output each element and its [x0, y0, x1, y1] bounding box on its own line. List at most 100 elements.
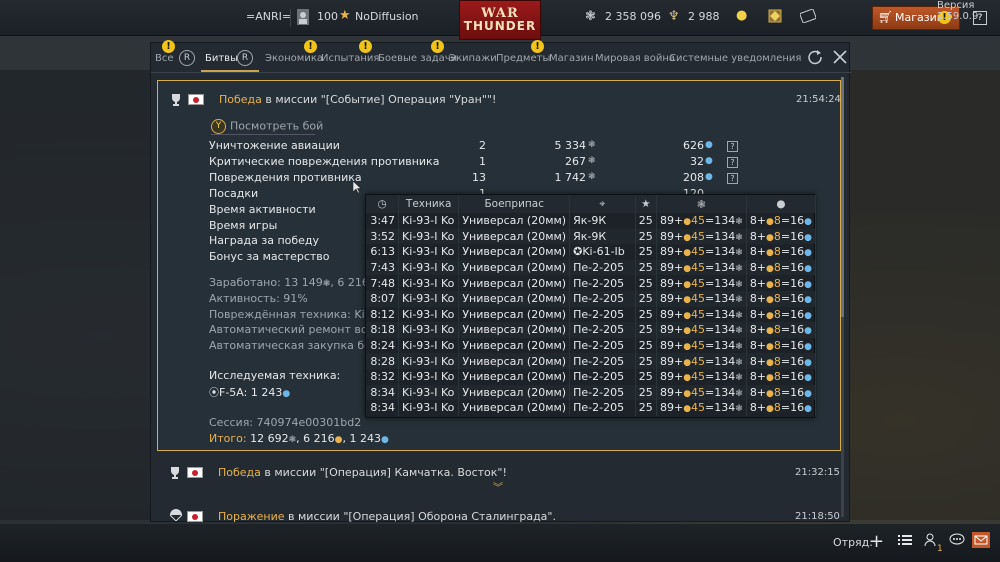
tab-crews[interactable]: Экипажи [449, 53, 497, 64]
tab-store[interactable]: Магазин [549, 53, 594, 64]
row-rank: 25 [635, 337, 657, 354]
expand-chevron-icon[interactable]: ︾ [493, 479, 503, 494]
target-column-header: ⌖ [569, 195, 636, 213]
row-target: Як-9К [569, 228, 636, 245]
silver-lions-icon: ❃ [288, 435, 297, 445]
research-points-icon: ● [705, 156, 713, 166]
message-result: Поражение [218, 510, 285, 523]
scrollbar-thumb[interactable] [841, 77, 844, 317]
premium-icon[interactable] [768, 9, 782, 26]
tab-battles[interactable]: Битвы [205, 53, 238, 64]
row-sl-total: =134 [705, 401, 736, 415]
tab-all[interactable]: Все [155, 53, 174, 64]
list-icon[interactable] [898, 534, 912, 549]
row-rp: 8+●8=16● [746, 353, 817, 369]
prev-tab-bumper-icon[interactable]: R [179, 50, 195, 66]
separator [290, 9, 291, 27]
silver-lions-icon: ❃ [735, 310, 743, 321]
lightbulb-icon[interactable]: ● [736, 8, 747, 23]
row-sl-total: =134 [705, 323, 736, 337]
tab-world-war[interactable]: Мировая война [595, 53, 675, 64]
damage-breakdown-tooltip: ◷ Техника Боеприпас ⌖ ★ ❃ ● 3:47 Ki-93-I … [365, 194, 817, 418]
scrollbar[interactable] [841, 77, 844, 517]
tab-battle-tasks[interactable]: Боевые задачи [378, 53, 457, 64]
gold-bonus-icon: ● [766, 357, 774, 368]
row-time: 8:18 [366, 322, 400, 338]
row-sl-total: =134 [705, 245, 736, 259]
row-rp-base: 8+ [749, 307, 767, 321]
help-button[interactable]: ? [973, 11, 987, 25]
silver-lions-icon: ❃ [735, 404, 743, 415]
row-rp: 8+●8=16● [746, 290, 817, 307]
row-vehicle: Ki-93-I Ko [398, 228, 460, 245]
row-target-name: Пе-2-205 [573, 261, 625, 275]
player-nickname[interactable]: =ANRI= [246, 10, 291, 23]
active-tab-indicator [201, 70, 259, 72]
avatar-icon[interactable] [297, 9, 309, 28]
row-time: 3:52 [366, 228, 400, 245]
message-text: в миссии "[Событие] Операция "Уран""! [261, 93, 497, 106]
refresh-icon[interactable] [807, 49, 823, 65]
total-label: Итого: [209, 432, 247, 445]
tab-economy[interactable]: Экономика [265, 53, 323, 64]
silver-lions-icon: ❃ [735, 342, 743, 353]
breakdown-row: 7:48 Ki-93-I Ko Универсал (20мм) Пе-2-205 25… [366, 275, 817, 291]
row-rp-bonus: 8 [773, 214, 781, 228]
row-ammo: Универсал (20мм) [458, 290, 571, 307]
tab-challenges[interactable]: Испытания [321, 53, 379, 64]
watch-battle-link[interactable]: Y Посмотреть бой [211, 119, 323, 134]
row-rp-bonus: 8 [773, 401, 781, 415]
chat-icon[interactable] [949, 533, 965, 550]
stat-label: Время активности [209, 203, 316, 216]
total-sl: 12 692 [246, 432, 289, 445]
tab-system-notifications[interactable]: Системные уведомления [669, 53, 801, 64]
close-icon[interactable] [832, 49, 848, 65]
details-button[interactable]: ? [727, 157, 738, 168]
row-rp-base: 8+ [749, 370, 767, 384]
gold-bonus-icon: ● [766, 295, 774, 306]
breakdown-row: 8:18 Ki-93-I Ko Универсал (20мм) Пе-2-205 25… [366, 322, 817, 338]
row-sl-bonus: 45 [691, 354, 706, 368]
row-rp-base: 8+ [749, 323, 767, 337]
battle-message[interactable]: Поражение в миссии "[Операция] Оборона С… [157, 501, 841, 523]
add-squad-member-icon[interactable]: + [869, 531, 884, 552]
row-rp-base: 8+ [749, 339, 767, 353]
silver-lions-icon: ❃ [735, 388, 743, 399]
row-time: 8:07 [366, 290, 400, 307]
row-time: 8:34 [366, 400, 400, 416]
row-sl: 89+●45=134❃ [656, 228, 747, 245]
row-target: Як-9К [569, 213, 636, 229]
row-time: 8:32 [366, 368, 400, 385]
details-button[interactable]: ? [727, 141, 738, 152]
row-rp-bonus: 8 [773, 245, 781, 259]
mail-notifications-icon[interactable] [972, 532, 990, 551]
research-points-icon: ● [804, 310, 812, 321]
row-rp-bonus: 8 [773, 292, 781, 306]
silver-lions-icon: ❃ [735, 295, 743, 306]
gold-bonus-icon: ● [683, 373, 692, 384]
stat-label: Критические повреждения противника [209, 155, 440, 168]
message-result: Победа [218, 466, 261, 479]
row-sl: 89+●45=134❃ [656, 290, 747, 307]
breakdown-row: 8:34 Ki-93-I Ko Универсал (20мм) Пе-2-205 25… [366, 400, 817, 416]
squadron-name[interactable]: NoDiffusion [355, 10, 419, 23]
tab-items[interactable]: Предметы [496, 53, 550, 64]
row-time: 6:13 [366, 244, 400, 260]
japan-flag-icon [188, 94, 204, 105]
row-target: Пе-2-205 [569, 306, 636, 323]
next-tab-bumper-icon[interactable]: R [237, 50, 253, 66]
row-sl-total: =134 [705, 307, 736, 321]
details-button[interactable]: ? [727, 173, 738, 184]
row-sl-bonus: 45 [691, 339, 706, 353]
research-points-icon: ● [282, 389, 291, 399]
row-time: 8:24 [366, 337, 400, 354]
gold-bonus-icon: ● [683, 217, 692, 228]
research-points-icon: ● [804, 373, 812, 384]
research-points-icon: ● [705, 172, 713, 182]
coupon-icon[interactable] [799, 8, 817, 26]
row-target: Пе-2-205 [569, 259, 636, 276]
row-sl-total: =134 [705, 370, 736, 384]
row-sl-base: 89+ [659, 370, 684, 384]
row-sl-base: 89+ [659, 214, 684, 228]
stat-count: 13 [472, 171, 486, 184]
